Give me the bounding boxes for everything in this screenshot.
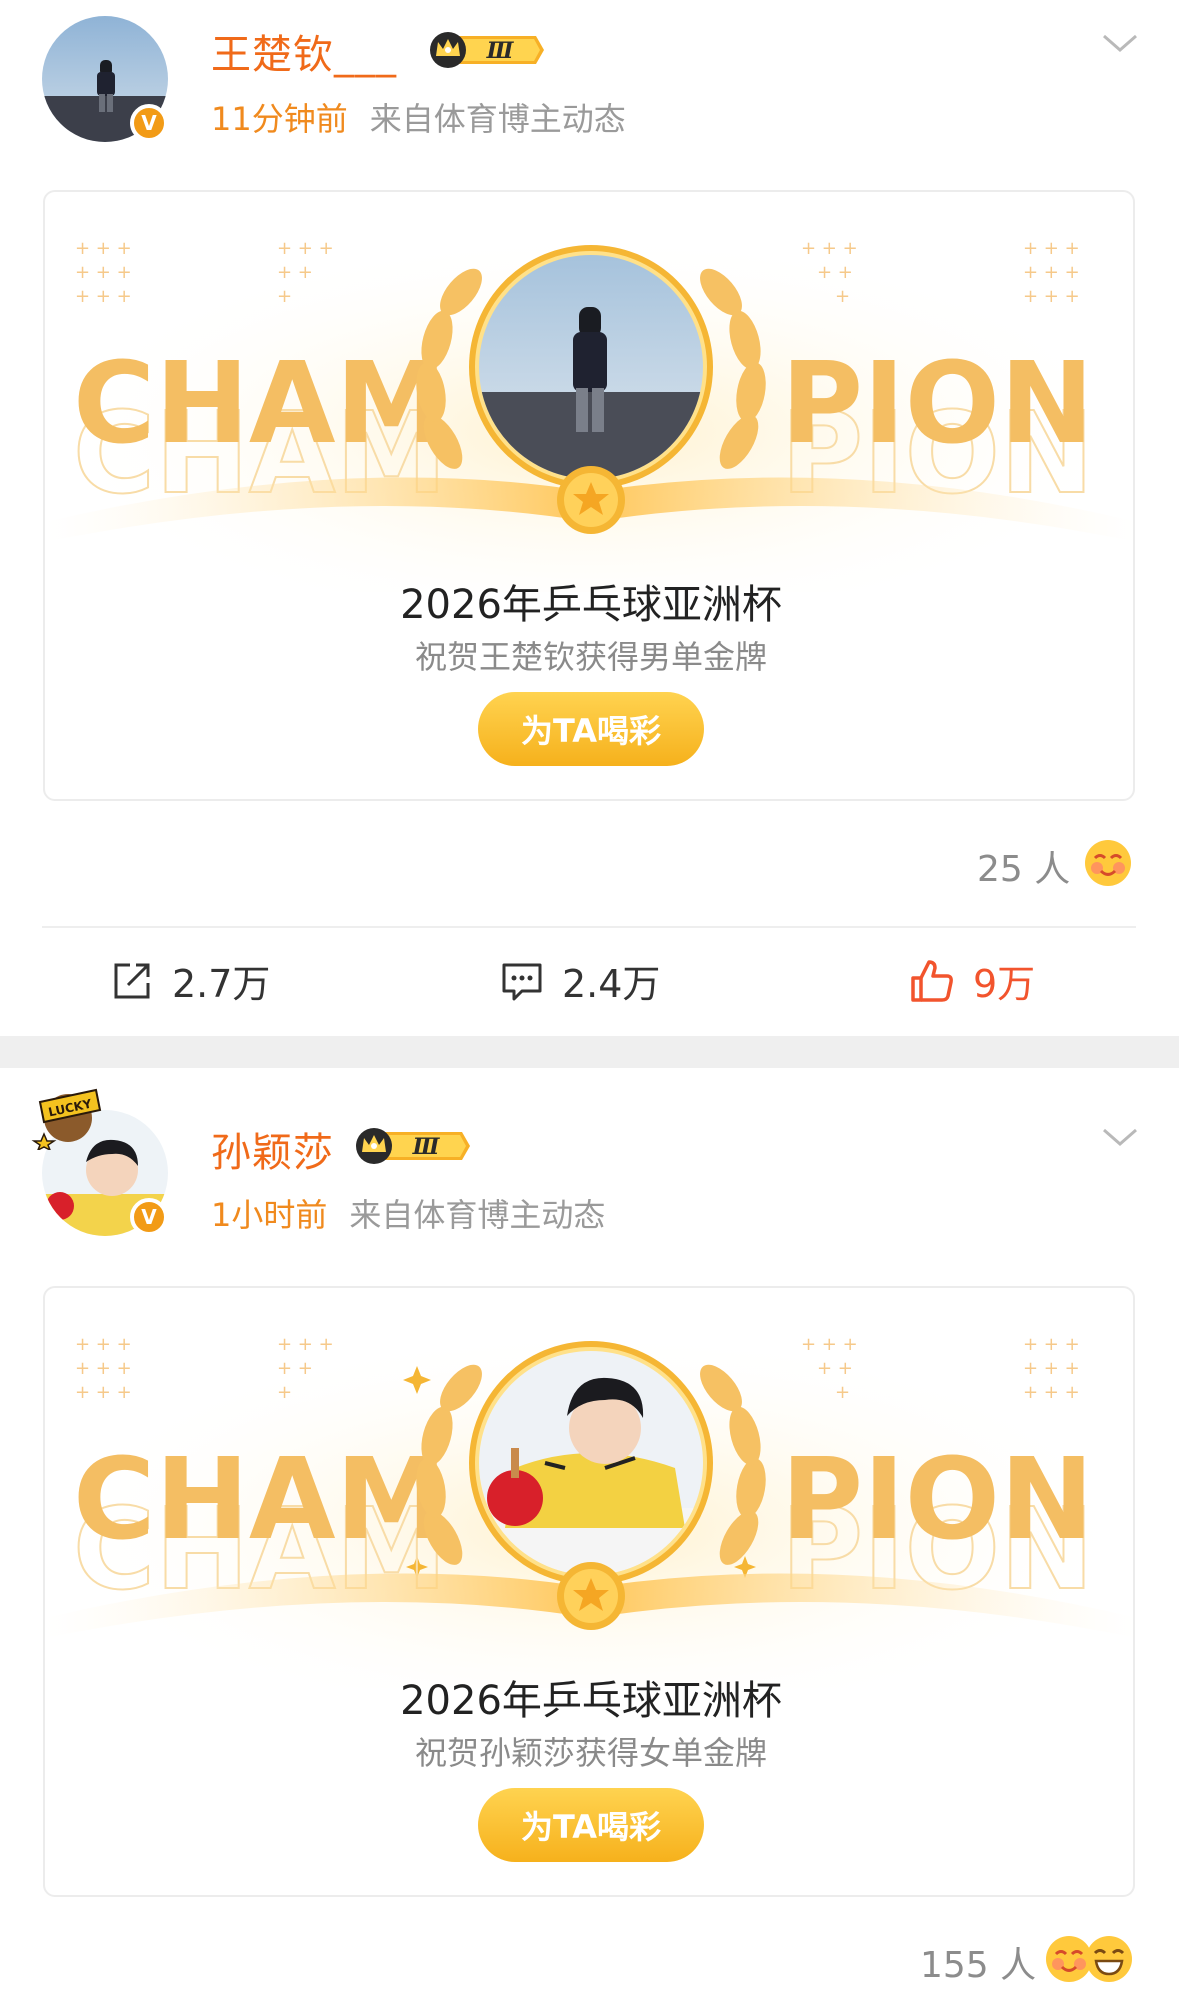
svg-text:+ + +: + + + (75, 1358, 132, 1379)
svg-text:+ + +: + + + (75, 1334, 132, 1355)
svg-text:Ⅲ: Ⅲ (412, 1134, 441, 1160)
repost-icon (114, 963, 150, 998)
svg-text:+ + +: + + + (277, 1334, 334, 1355)
chevron-down-icon[interactable] (1100, 1124, 1140, 1150)
svg-text:+ + +: + + + (801, 238, 858, 259)
crown-rank-icon[interactable]: Ⅲ (354, 1126, 472, 1170)
svg-text:+ +: + + (277, 1358, 313, 1379)
verified-icon: V (130, 104, 168, 142)
svg-text:+ +: + + (277, 262, 313, 283)
svg-text:CHAM: CHAM (73, 339, 447, 469)
post-source[interactable]: 来自体育博主动态 (370, 100, 626, 138)
post-source[interactable]: 来自体育博主动态 (349, 1196, 605, 1234)
chevron-down-icon[interactable] (1100, 30, 1140, 56)
post-meta: 11分钟前 来自体育博主动态 (211, 94, 626, 140)
svg-text:+ + +: + + + (75, 1382, 132, 1403)
like-count: 9万 (973, 962, 1036, 1006)
svg-text:+ + +: + + + (1023, 238, 1080, 259)
post-separator (0, 1036, 1179, 1068)
reaction-count[interactable]: 25 人 (977, 840, 1070, 892)
card-title: 2026年乒乓球亚洲杯 (400, 582, 782, 628)
post-time: 1小时前 (211, 1196, 328, 1234)
svg-text:+ +: + + (817, 1358, 853, 1379)
svg-text:+ + +: + + + (801, 1334, 858, 1355)
champion-banner: + + + + + + + + + + + + + + + + + + + + + + + … (45, 1288, 1133, 1688)
svg-text:Ⅲ: Ⅲ (486, 38, 515, 64)
thumbs-up-icon (911, 959, 953, 1002)
card-subtitle: 祝贺孙颖莎获得女单金牌 (414, 1734, 767, 1772)
svg-text:+: + (277, 286, 292, 307)
verified-icon: V (130, 1198, 168, 1236)
cheer-button[interactable]: 为TA喝彩 (478, 692, 704, 766)
svg-text:CHAM: CHAM (73, 1435, 447, 1565)
svg-text:+ + +: + + + (1023, 1358, 1080, 1379)
champion-banner: + + + + + + + + + + + + + + + + + + + + + + + … (45, 192, 1133, 592)
lucky-frame-icon: LUCKY (31, 1088, 102, 1150)
author-name[interactable]: 王楚钦___ (211, 22, 397, 80)
svg-text:+ + +: + + + (75, 262, 132, 283)
blush-emoji-icon[interactable] (1083, 838, 1133, 888)
champion-card[interactable]: + + + + + + + + + + + + + + + + + + + + + + + … (43, 190, 1135, 801)
card-title: 2026年乒乓球亚洲杯 (400, 1678, 782, 1724)
svg-text:+: + (835, 286, 850, 307)
comment-icon (502, 963, 542, 1000)
repost-count: 2.7万 (172, 962, 271, 1006)
svg-text:+ +: + + (817, 262, 853, 283)
post-meta: 1小时前 来自体育博主动态 (211, 1190, 605, 1236)
like-button[interactable]: 9万 (909, 953, 1035, 1008)
repost-button[interactable]: 2.7万 (110, 953, 270, 1008)
card-subtitle: 祝贺王楚钦获得男单金牌 (414, 638, 767, 676)
champion-card[interactable]: + + + + + + + + + + + + + + + + + + + + + + + … (43, 1286, 1135, 1897)
svg-text:+ + +: + + + (75, 238, 132, 259)
reaction-count[interactable]: 155 人 (920, 1936, 1036, 1988)
svg-text:+ + +: + + + (1023, 1334, 1080, 1355)
author-name[interactable]: 孙颖莎 (211, 1120, 334, 1178)
cheer-button[interactable]: 为TA喝彩 (478, 1788, 704, 1862)
svg-text:+ + +: + + + (1023, 286, 1080, 307)
comment-count: 2.4万 (562, 962, 661, 1006)
svg-text:+ + +: + + + (1023, 262, 1080, 283)
feed-post: LUCKY V 孙颖莎 Ⅲ 1小时前 来自体育博主动态 + + + + + + … (0, 1068, 1179, 1993)
crown-rank-icon[interactable]: Ⅲ (428, 30, 546, 74)
comment-button[interactable]: 2.4万 (500, 953, 660, 1008)
svg-text:+: + (277, 1382, 292, 1403)
svg-text:+ + +: + + + (75, 286, 132, 307)
feed-post: V 王楚钦___ Ⅲ 11分钟前 来自体育博主动态 + + + + + + + … (0, 0, 1179, 1036)
svg-text:+ + +: + + + (1023, 1382, 1080, 1403)
svg-text:+ + +: + + + (277, 238, 334, 259)
svg-text:+: + (835, 1382, 850, 1403)
svg-text:PION: PION (781, 339, 1094, 469)
grin-emoji-icon[interactable] (1084, 1934, 1134, 1984)
divider (42, 926, 1136, 928)
svg-text:PION: PION (781, 1435, 1094, 1565)
post-time: 11分钟前 (211, 100, 348, 138)
